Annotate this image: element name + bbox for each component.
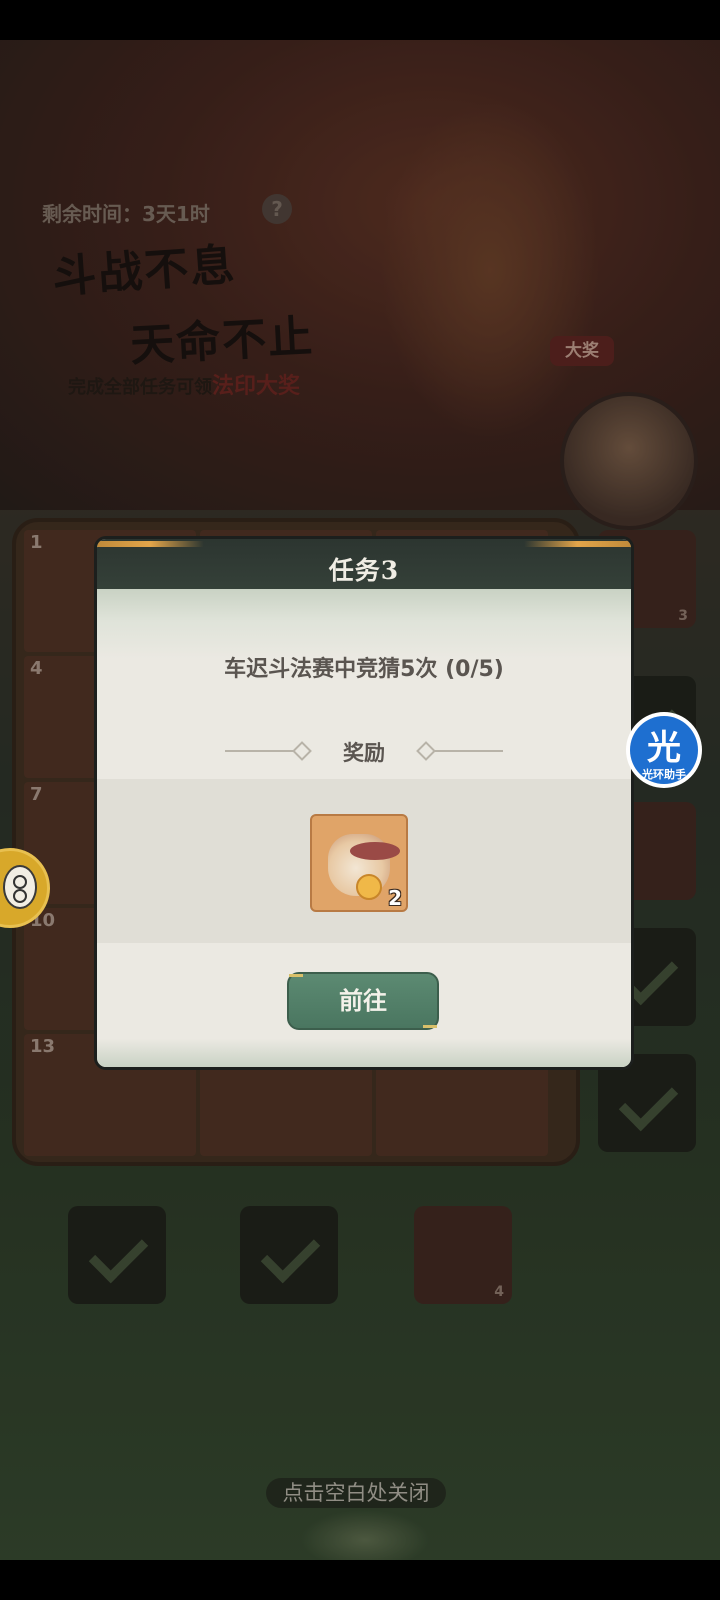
reward-area: 2 [97, 779, 631, 943]
reward-item[interactable]: 2 [310, 814, 408, 912]
wave-decoration [97, 589, 631, 659]
divider-line [433, 750, 503, 752]
guanghuan-helper-button[interactable]: 光 光环助手 [626, 712, 702, 788]
task-description: 车迟斗法赛中竞猜5次 (0/5) [224, 657, 504, 682]
mascot-face-icon [3, 865, 37, 909]
helper-char: 光 [647, 728, 681, 768]
helper-label: 光环助手 [642, 768, 686, 781]
go-button-label: 前往 [339, 987, 387, 1015]
task-dialog: 任务3 车迟斗法赛中竞猜5次 (0/5) 奖励 2 前往 [94, 536, 634, 1070]
reward-label: 奖励 [343, 741, 385, 765]
button-corner [289, 974, 303, 977]
button-corner [423, 1025, 437, 1028]
mascot-eye-icon [13, 875, 27, 889]
mascot-eye-icon [13, 889, 27, 903]
coin-icon [356, 874, 382, 900]
navigation-bar [0, 1560, 720, 1600]
reward-count: 2 [388, 886, 402, 910]
coin-bag-icon [328, 834, 400, 900]
helper-logo-icon: 光 光环助手 [630, 716, 698, 784]
footer-wave [97, 1039, 631, 1067]
go-button[interactable]: 前往 [287, 972, 439, 1030]
reward-heading: 奖励 [97, 731, 631, 771]
header-ornament [97, 541, 631, 547]
dialog-title: 任务3 [328, 556, 400, 585]
status-bar [0, 0, 720, 40]
bag-tie [350, 842, 400, 860]
